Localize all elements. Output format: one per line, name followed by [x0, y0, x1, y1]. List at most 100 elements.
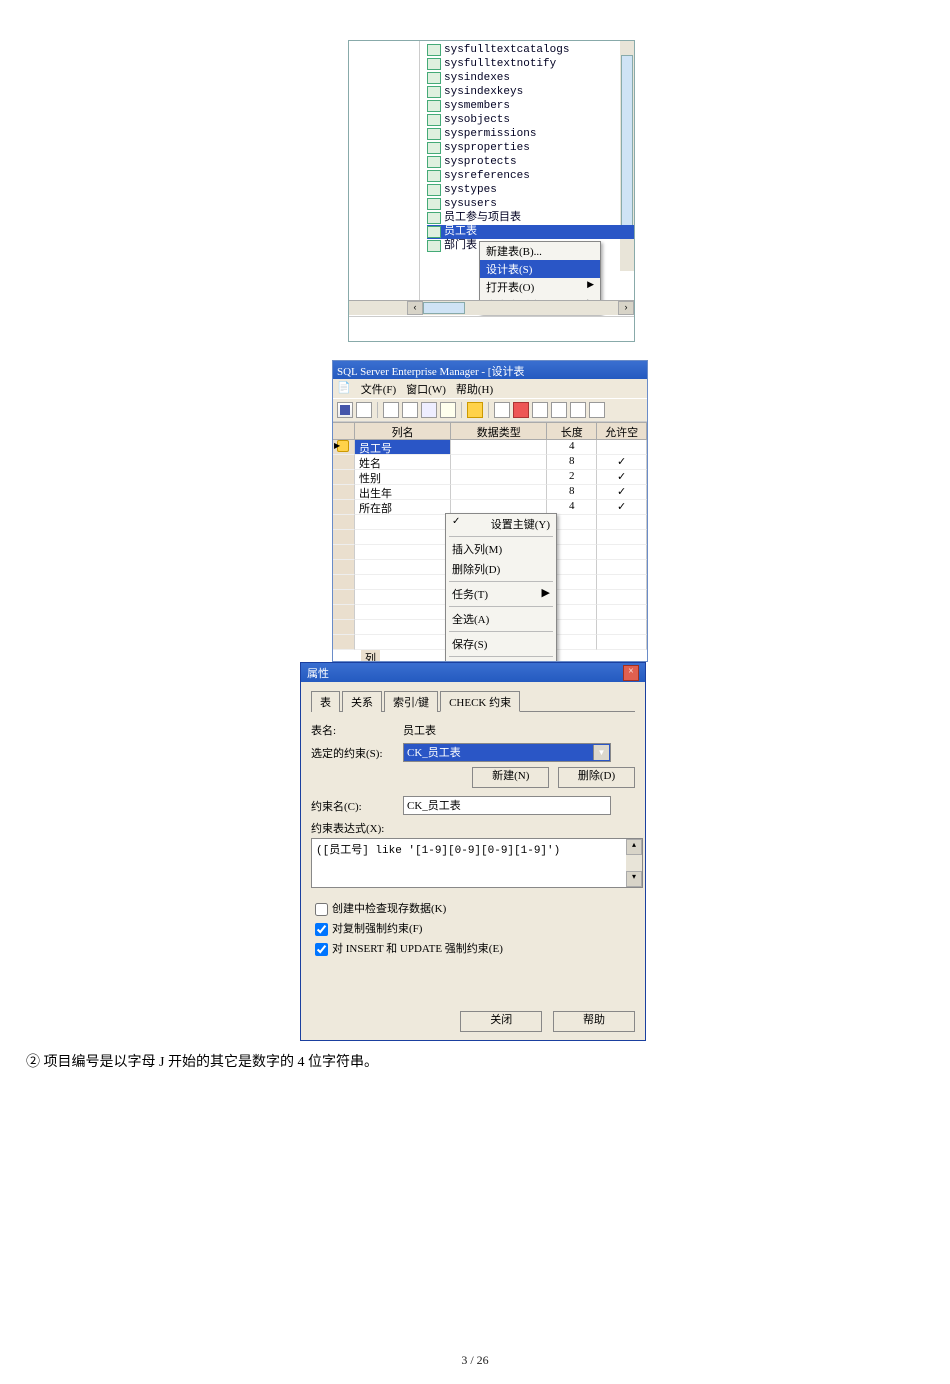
- table-icon: [427, 212, 441, 224]
- tree-item[interactable]: 员工表: [427, 225, 634, 239]
- menu-task[interactable]: 任务(T)▶: [446, 584, 556, 604]
- menu-open-table[interactable]: 打开表(O)▶: [480, 278, 600, 296]
- cell-col-len: 8: [547, 455, 597, 470]
- table-icon: [427, 156, 441, 168]
- options-checkboxes: 创建中检查现存数据(K) 对复制强制约束(F) 对 INSERT 和 UPDAT…: [311, 900, 635, 959]
- scroll-down-icon[interactable]: ▾: [626, 871, 642, 887]
- cell-col-name: 员工号: [355, 440, 451, 455]
- table-icon: [427, 240, 441, 252]
- cell-col-name: 姓名: [355, 455, 451, 470]
- cell-allow-null: ✓: [597, 485, 647, 500]
- tree-item-label: systypes: [444, 183, 497, 197]
- tab-check-constraint[interactable]: CHECK 约束: [440, 691, 520, 712]
- checkbox-check-existing[interactable]: 创建中检查现存数据(K): [311, 900, 635, 919]
- save-icon[interactable]: [337, 402, 353, 418]
- menu-save[interactable]: 保存(S): [446, 634, 556, 654]
- cell-allow-null: [597, 440, 647, 455]
- table-icon: [427, 170, 441, 182]
- tree-item[interactable]: sysindexkeys: [427, 85, 634, 99]
- cell-col-name: 出生年: [355, 485, 451, 500]
- tree-item[interactable]: sysfulltextcatalogs: [427, 43, 634, 57]
- object-explorer-panel: 型 sysfulltextcatalogssysfulltextnotifysy…: [348, 40, 635, 342]
- tree-item-label: sysfulltextnotify: [444, 57, 556, 71]
- new-button[interactable]: 新建(N): [472, 767, 549, 788]
- textarea-scrollbar[interactable]: ▴ ▾: [626, 839, 642, 887]
- table-icon: [427, 44, 441, 56]
- cell-col-len: 2: [547, 470, 597, 485]
- tree-item[interactable]: sysreferences: [427, 169, 634, 183]
- tab-table[interactable]: 表: [311, 691, 340, 712]
- table-row[interactable]: 出生年8✓: [333, 485, 647, 500]
- properties-icon[interactable]: [589, 402, 605, 418]
- cell-allow-null: ✓: [597, 470, 647, 485]
- scroll-left-icon[interactable]: ‹: [407, 301, 423, 315]
- tree-item-label: sysreferences: [444, 169, 530, 183]
- page-number: 3 / 26: [0, 1353, 950, 1368]
- label-table-name: 表名:: [311, 722, 403, 738]
- tree-item[interactable]: sysindexes: [427, 71, 634, 85]
- menu-insert-column[interactable]: 插入列(M): [446, 539, 556, 559]
- menu-set-primary-key[interactable]: 设置主键(Y): [446, 514, 556, 534]
- tree-item[interactable]: sysobjects: [427, 113, 634, 127]
- menu-delete-column[interactable]: 删除列(D): [446, 559, 556, 579]
- constraint-name-input[interactable]: CK_员工表: [403, 796, 611, 815]
- paste-icon[interactable]: [440, 402, 456, 418]
- menubar[interactable]: 📄 文件(F) 窗口(W) 帮助(H): [333, 379, 647, 398]
- doc-icon: 📄: [337, 381, 351, 396]
- tree-item[interactable]: 员工参与项目表: [427, 211, 634, 225]
- tree-item[interactable]: syspermissions: [427, 127, 634, 141]
- menu-new-table[interactable]: 新建表(B)...: [480, 242, 600, 260]
- table-icon: [427, 86, 441, 98]
- constraint-expr-textarea[interactable]: ([员工号] like '[1-9][0-9][0-9][1-9]') ▴ ▾: [311, 838, 643, 888]
- scroll-up-icon[interactable]: ▴: [626, 839, 642, 855]
- scroll-right-icon[interactable]: ›: [618, 301, 634, 315]
- relationships-icon[interactable]: [513, 402, 529, 418]
- primary-key-icon[interactable]: [467, 402, 483, 418]
- bottom-section-label: 列: [361, 650, 380, 662]
- delete-button[interactable]: 删除(D): [558, 767, 635, 788]
- tree-item-label: sysindexkeys: [444, 85, 523, 99]
- menu-file[interactable]: 文件(F): [361, 381, 396, 396]
- scroll-thumb[interactable]: [423, 302, 465, 314]
- tree-item[interactable]: sysprotects: [427, 155, 634, 169]
- tree-item[interactable]: sysusers: [427, 197, 634, 211]
- menu-design-table[interactable]: 设计表(S): [480, 260, 600, 278]
- cell-allow-null: ✓: [597, 455, 647, 470]
- check-icon[interactable]: [551, 402, 567, 418]
- tree-item[interactable]: sysfulltextnotify: [427, 57, 634, 71]
- menu-select-all[interactable]: 全选(A): [446, 609, 556, 629]
- close-button[interactable]: 关闭: [460, 1011, 542, 1032]
- close-icon[interactable]: ×: [623, 665, 639, 681]
- tree-item[interactable]: sysmembers: [427, 99, 634, 113]
- table-icon: [427, 114, 441, 126]
- menu-window[interactable]: 窗口(W): [406, 381, 446, 396]
- tab-index-key[interactable]: 索引/键: [384, 691, 438, 712]
- table-icon: [427, 198, 441, 210]
- tree-item[interactable]: sysproperties: [427, 141, 634, 155]
- script-icon[interactable]: [356, 402, 372, 418]
- cut-icon[interactable]: [402, 402, 418, 418]
- tree-item[interactable]: systypes: [427, 183, 634, 197]
- table-icon: [427, 72, 441, 84]
- table-row[interactable]: 姓名 8✓: [333, 455, 647, 470]
- checkbox-enforce-replication[interactable]: 对复制强制约束(F): [311, 920, 635, 939]
- hdr-col-len: 长度: [547, 423, 597, 439]
- diagram-icon[interactable]: [570, 402, 586, 418]
- menu-help[interactable]: 帮助(H): [456, 381, 493, 396]
- tables-tree[interactable]: sysfulltextcatalogssysfulltextnotifysysi…: [427, 43, 634, 273]
- help-button[interactable]: 帮助: [553, 1011, 635, 1032]
- copy-icon[interactable]: [421, 402, 437, 418]
- selected-constraint-dropdown[interactable]: CK_员工表 ▼: [403, 743, 611, 762]
- new-icon[interactable]: [383, 402, 399, 418]
- tree-item-label: syspermissions: [444, 127, 536, 141]
- tab-relation[interactable]: 关系: [342, 691, 382, 712]
- checkbox-enforce-insert-update[interactable]: 对 INSERT 和 UPDATE 强制约束(E): [311, 940, 635, 959]
- manage-icon[interactable]: [532, 402, 548, 418]
- tree-scrollbar-h[interactable]: ‹ ›: [349, 300, 634, 315]
- columns-grid-header: 列名 数据类型 长度 允许空: [333, 422, 647, 440]
- hdr-col-name: 列名: [355, 423, 451, 439]
- table-row[interactable]: 员工号4: [333, 440, 647, 455]
- indexes-icon[interactable]: [494, 402, 510, 418]
- hdr-col-type: 数据类型: [451, 423, 547, 439]
- table-row[interactable]: 性别2✓: [333, 470, 647, 485]
